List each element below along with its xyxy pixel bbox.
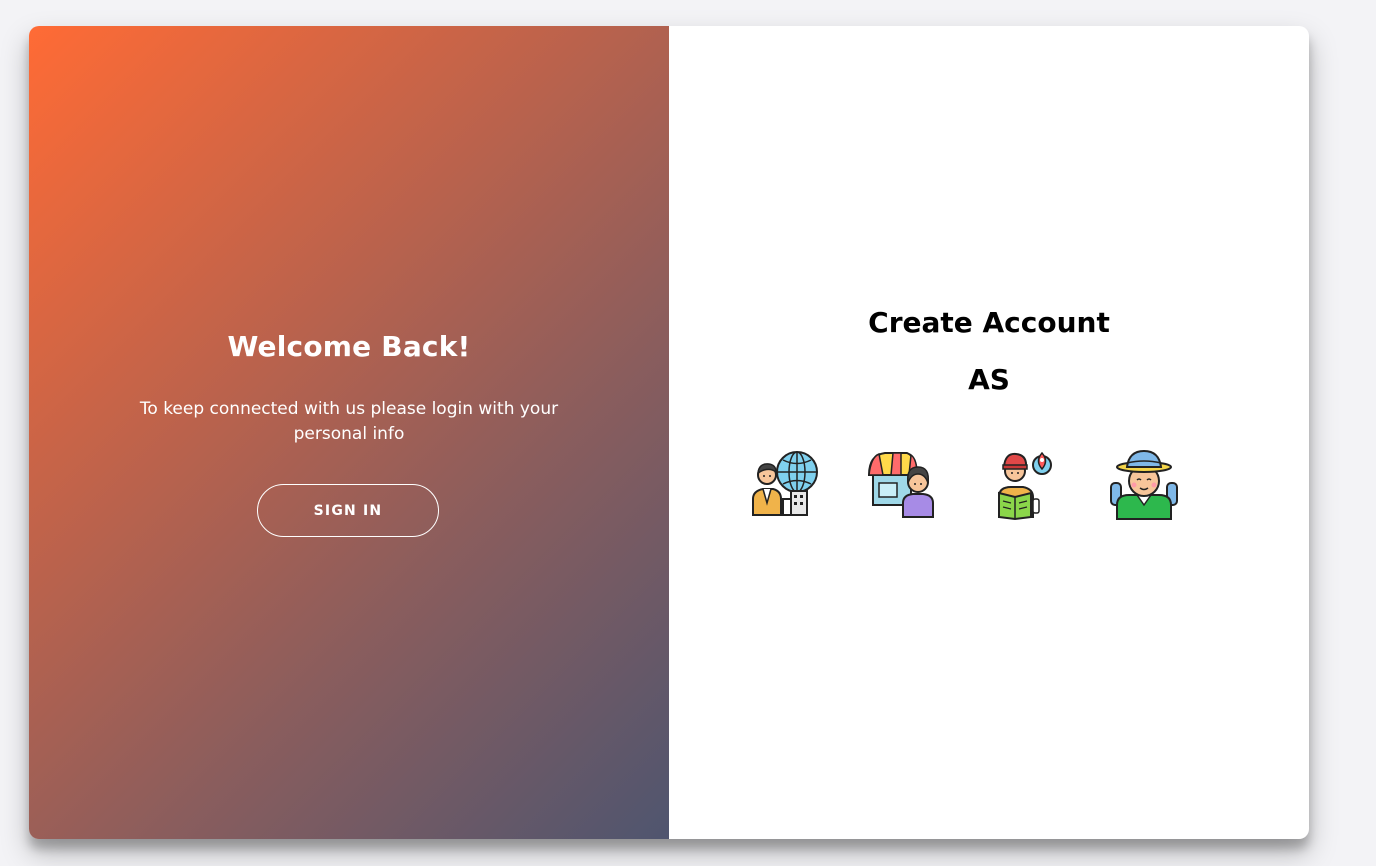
welcome-text: To keep connected with us please login w… — [139, 399, 559, 444]
as-title: AS — [968, 363, 1010, 396]
tourist-map-icon — [988, 450, 1056, 521]
welcome-overlay-panel: Welcome Back! To keep connected with us … — [29, 26, 669, 839]
shop-owner-icon — [867, 450, 936, 518]
role-option-tourist[interactable] — [985, 447, 1059, 521]
businessman-globe-icon — [750, 450, 818, 518]
welcome-title: Welcome Back! — [227, 330, 471, 363]
role-option-business[interactable] — [747, 447, 821, 521]
auth-container: Welcome Back! To keep connected with us … — [29, 26, 1309, 839]
role-option-backpacker[interactable] — [1107, 447, 1181, 521]
sign-in-button[interactable]: SIGN IN — [257, 484, 439, 537]
backpacker-icon — [1110, 449, 1178, 520]
create-account-title: Create Account — [868, 306, 1110, 339]
create-account-panel: Create Account AS — [669, 26, 1309, 839]
role-option-shop-owner[interactable] — [865, 447, 939, 521]
